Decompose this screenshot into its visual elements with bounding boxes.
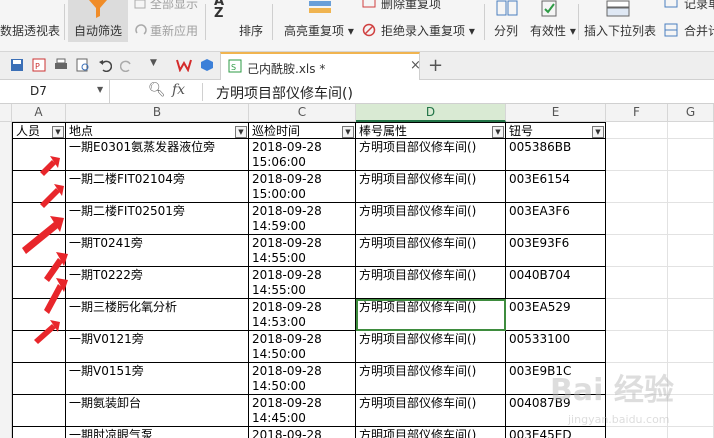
- watermark-text: Bai 经验: [550, 373, 674, 408]
- red-arrow-icon: [44, 252, 68, 282]
- red-arrow-icon: [40, 156, 60, 176]
- red-arrow-icon: [40, 184, 64, 208]
- red-arrow-icon: [34, 320, 60, 344]
- red-arrow-icon: [22, 216, 64, 254]
- red-arrow-icon: [44, 278, 68, 314]
- baidu-watermark: Bai 经验 jingyan.baidu.com: [550, 373, 674, 426]
- watermark-url: jingyan.baidu.com: [567, 413, 670, 426]
